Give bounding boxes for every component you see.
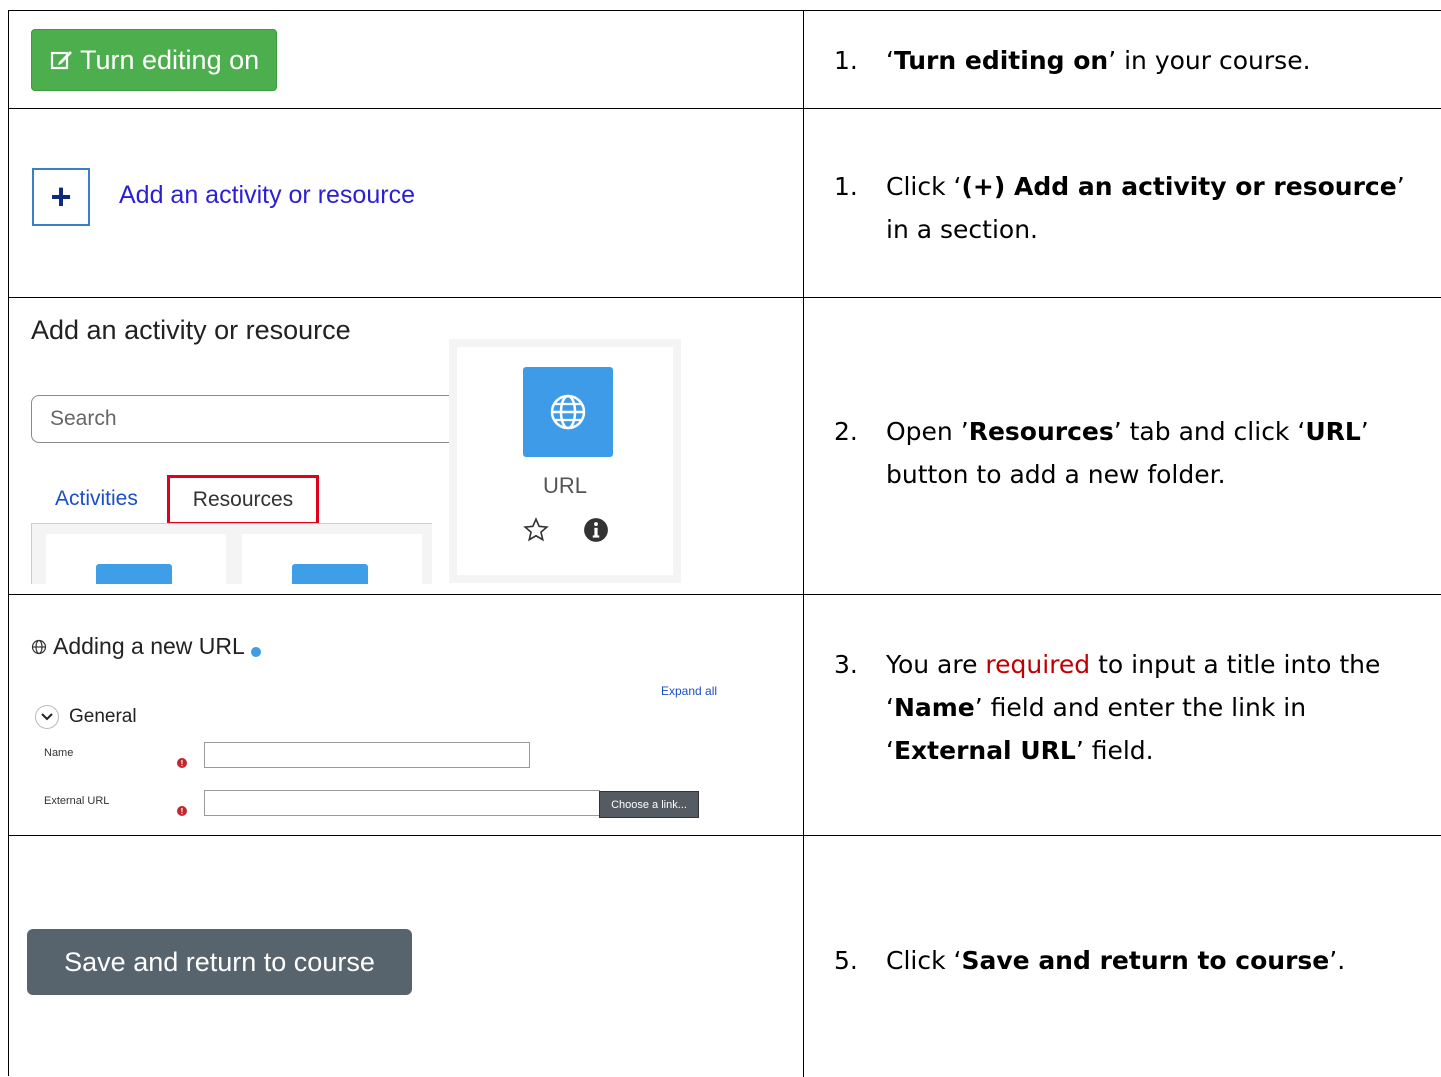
bold-term: Resources <box>968 417 1114 446</box>
instruction-text: 2. Open ’Resources’ tab and click ‘URL’ … <box>834 410 1433 496</box>
add-activity-plus-button[interactable]: + <box>32 168 90 226</box>
instruction-cell: 3. You are required to input a title int… <box>804 595 1441 835</box>
bold-term: Turn editing on <box>893 46 1109 75</box>
bold-term: Name <box>893 693 975 722</box>
add-activity-link[interactable]: Add an activity or resource <box>119 181 415 210</box>
info-icon[interactable] <box>583 517 609 548</box>
module-tile[interactable] <box>242 534 422 584</box>
button-label: Turn editing on <box>80 44 260 75</box>
text-fragment: in a section. <box>886 215 1038 244</box>
required-icon: ! <box>177 806 187 816</box>
help-icon[interactable] <box>250 646 261 657</box>
text-fragment: Click <box>886 946 954 975</box>
name-label: Name <box>44 747 74 759</box>
table-row: Adding a new URL Expand all General Name… <box>9 595 1441 836</box>
instruction-cell: 1. ‘Turn editing on’ in your course. <box>804 11 1441 108</box>
external-url-input[interactable] <box>204 790 600 816</box>
instruction-cell: 5. Click ‘Save and return to course’. <box>804 836 1441 1077</box>
text-fragment: button to add a new folder. <box>886 460 1226 489</box>
star-icon[interactable] <box>523 517 549 548</box>
step-number: 3. <box>834 650 858 679</box>
screenshot-cell: Turn editing on <box>9 11 804 108</box>
text-fragment: tab and click <box>1121 417 1298 446</box>
text-fragment: You are <box>886 650 986 679</box>
save-and-return-button[interactable]: Save and return to course <box>27 929 412 995</box>
step-number: 5. <box>834 946 858 975</box>
name-input[interactable] <box>204 742 530 768</box>
text-fragment: Open <box>886 417 961 446</box>
tab-activities[interactable]: Activities <box>55 487 138 511</box>
screenshot-cell: Adding a new URL Expand all General Name… <box>9 595 804 835</box>
text-fragment: field. <box>1083 736 1154 765</box>
required-word: required <box>985 650 1091 679</box>
module-icon <box>96 564 172 584</box>
external-url-label: External URL <box>44 795 110 807</box>
step-number: 1. <box>834 172 858 201</box>
instruction-text: 1. ‘Turn editing on’ in your course. <box>834 39 1433 82</box>
url-module-label: URL <box>542 473 587 498</box>
text-fragment: field and enter the link in <box>982 693 1307 722</box>
table-row: + Add an activity or resource 1. Click ‘… <box>9 109 1441 298</box>
general-section-header[interactable]: General <box>35 705 137 729</box>
bold-term: URL <box>1305 417 1361 446</box>
choose-link-button[interactable]: Choose a link... <box>599 791 699 818</box>
screenshot-cell: Add an activity or resource Search Activ… <box>9 298 804 594</box>
instruction-cell: 1. Click ‘(+) Add an activity or resourc… <box>804 109 1441 297</box>
bold-term: External URL <box>893 736 1076 765</box>
text-fragment: . <box>1337 946 1346 975</box>
screenshot-cell: Save and return to course <box>9 836 804 1077</box>
globe-icon <box>31 639 47 654</box>
required-icon: ! <box>177 758 187 768</box>
turn-editing-on-button[interactable]: Turn editing on <box>31 29 277 91</box>
expand-all-link[interactable]: Expand all <box>661 684 717 698</box>
module-tile[interactable] <box>46 534 226 584</box>
table-row: Turn editing on 1. ‘Turn editing on’ in … <box>9 11 1441 109</box>
table-row: Add an activity or resource Search Activ… <box>9 298 1441 595</box>
step-number: 1. <box>834 46 858 75</box>
instruction-table: Turn editing on 1. ‘Turn editing on’ in … <box>8 10 1441 1077</box>
text-fragment: in your course. <box>1116 46 1311 75</box>
section-label: General <box>69 706 137 727</box>
instruction-cell: 2. Open ’Resources’ tab and click ‘URL’ … <box>804 298 1441 594</box>
globe-icon <box>523 367 613 457</box>
form-title: Adding a new URL <box>31 633 261 660</box>
bold-term: Save and return to course <box>961 946 1330 975</box>
instruction-text: 3. You are required to input a title int… <box>834 643 1433 772</box>
search-input[interactable]: Search <box>31 395 451 443</box>
plus-icon: + <box>50 176 72 217</box>
bold-term: (+) Add an activity or resource <box>961 172 1397 201</box>
tab-resources[interactable]: Resources <box>167 475 319 525</box>
module-grid <box>31 523 432 584</box>
instruction-text: 1. Click ‘(+) Add an activity or resourc… <box>834 165 1433 251</box>
table-row: Save and return to course 5. Click ‘Save… <box>9 836 1441 1077</box>
instruction-text: 5. Click ‘Save and return to course’. <box>834 939 1433 982</box>
text-fragment: Click <box>886 172 954 201</box>
step-number: 2. <box>834 417 858 446</box>
chevron-down-icon <box>35 705 59 729</box>
text-fragment: to input a title into the <box>1090 650 1381 679</box>
screenshot-cell: + Add an activity or resource <box>9 109 804 297</box>
dialog-title: Add an activity or resource <box>31 315 351 345</box>
form-title-text: Adding a new URL <box>53 633 245 659</box>
url-module-card[interactable]: URL <box>449 339 681 583</box>
edit-icon <box>50 51 72 70</box>
module-icon <box>292 564 368 584</box>
